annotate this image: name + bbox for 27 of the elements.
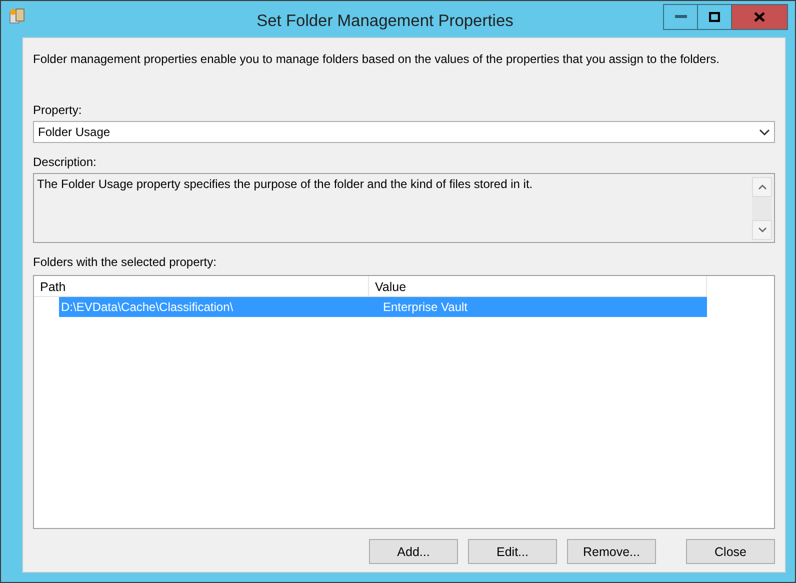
- vertical-scrollbar[interactable]: [752, 177, 772, 240]
- folder-properties-icon: [8, 7, 26, 25]
- dropdown-value: Folder Usage: [38, 125, 110, 139]
- close-button[interactable]: [731, 4, 788, 30]
- dialog-button[interactable]: Add...: [369, 539, 458, 564]
- close-icon: [754, 12, 765, 22]
- intro-text: Folder management properties enable you to manage folders based on the values of the properties that you assign to the folders.: [33, 52, 720, 66]
- path-cell-text: D:\EVData\Cache\Classification\: [60, 300, 234, 314]
- property-label: Property:: [33, 103, 83, 117]
- chevron-up-icon: [758, 184, 766, 190]
- description-text: The Folder Usage property specifies the purpose of the folder and the kind of files stored in it.: [37, 177, 533, 193]
- property-dropdown[interactable]: Folder Usage: [33, 121, 775, 143]
- minimize-button[interactable]: [663, 4, 698, 30]
- chevron-down-icon: [759, 128, 770, 136]
- description-label: Description:: [33, 155, 98, 169]
- scroll-up-button[interactable]: [752, 177, 772, 197]
- dialog-button[interactable]: Close: [686, 539, 775, 564]
- minimize-icon: [674, 15, 686, 19]
- window-title: Set Folder Management Properties: [256, 12, 514, 30]
- chevron-down-icon: [758, 227, 766, 233]
- dialog-button[interactable]: Remove...: [567, 539, 656, 564]
- folders-label: Folders with the selected property:: [33, 255, 218, 269]
- value-cell-text: Enterprise Vault: [382, 300, 468, 314]
- maximize-icon: [709, 12, 720, 22]
- scroll-down-button[interactable]: [752, 220, 772, 240]
- maximize-button[interactable]: [697, 4, 732, 30]
- dialog-button[interactable]: Edit...: [468, 539, 557, 564]
